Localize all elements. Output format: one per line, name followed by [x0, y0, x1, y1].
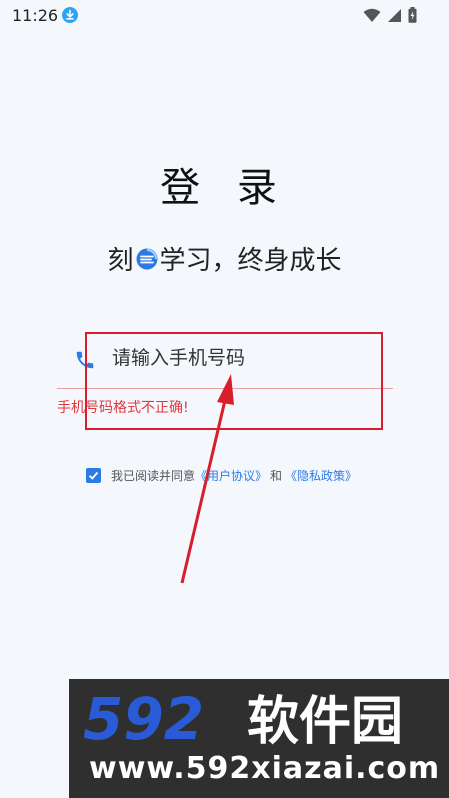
watermark-brand: 592 软件园 — [83, 689, 403, 747]
agreement-prefix: 我已阅读并同意 — [111, 469, 196, 483]
watermark-url: www.592xiazai.com — [89, 751, 441, 786]
watermark: 592 软件园 www.592xiazai.com — [69, 679, 449, 798]
agreement-conjunction: 和 — [270, 469, 283, 483]
agree-checkbox[interactable] — [86, 468, 101, 483]
agreement-row: 我已阅读并同意 《用户协议》 和 《隐私政策》 — [86, 467, 357, 484]
privacy-policy-link[interactable]: 《隐私政策》 — [285, 467, 357, 484]
watermark-digits: 592 — [83, 689, 204, 747]
watermark-name: 软件园 — [247, 692, 403, 747]
checkmark-icon — [88, 471, 99, 480]
user-agreement-link[interactable]: 《用户协议》 — [195, 467, 267, 484]
